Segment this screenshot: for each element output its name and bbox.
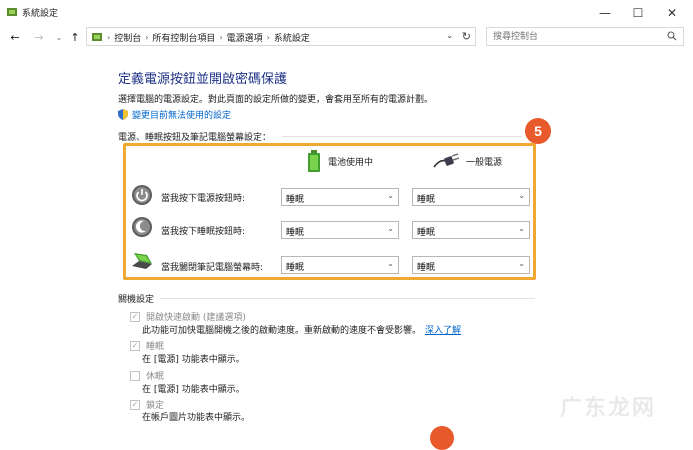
page-title: 定義電源按鈕並開啟密碼保護 [118, 72, 288, 87]
lid-close-plugged-select[interactable]: 睡眠 ⌄ [412, 256, 530, 274]
power-button-plugged-select[interactable]: 睡眠 ⌄ [412, 188, 530, 206]
step-badge-partial [430, 426, 454, 450]
select-value: 睡眠 [417, 228, 436, 238]
section-divider [160, 298, 535, 299]
chevron-down-icon: ⌄ [387, 224, 394, 233]
breadcrumb-item[interactable]: 所有控制台項目 [152, 31, 215, 44]
uac-shield-icon [118, 109, 128, 120]
sleep-button-battery-select[interactable]: 睡眠 ⌄ [281, 221, 399, 239]
power-button-icon [132, 185, 152, 205]
change-settings-link[interactable]: 變更目前無法使用的設定 [118, 108, 231, 121]
chevron-down-icon: ⌄ [387, 191, 394, 200]
power-section-title: 電源、睡眠按鈕及筆記電腦螢幕設定： [118, 133, 272, 143]
laptop-lid-icon [132, 253, 152, 269]
breadcrumb-item[interactable]: 控制台 [114, 31, 141, 44]
watermark: 广东龙网 [560, 396, 657, 421]
title-bar: 系統設定 — ☐ ✕ [0, 0, 693, 26]
shutdown-section-title: 關機設定 [118, 295, 155, 305]
battery-icon [308, 150, 320, 172]
page-description: 選擇電腦的電源設定。對此頁面的設定所做的變更，會套用至所有的電源計劃。 [118, 95, 434, 105]
lock-description: 在帳戶圖片功能表中顯示。 [142, 413, 251, 423]
sleep-description: 在 [電源] 功能表中顯示。 [142, 355, 245, 365]
up-button[interactable]: ↑ [68, 29, 82, 45]
learn-more-link[interactable]: 深入了解 [425, 326, 461, 336]
select-value: 睡眠 [417, 195, 436, 205]
lid-close-battery-select[interactable]: 睡眠 ⌄ [281, 256, 399, 274]
hibernate-checkbox[interactable] [130, 370, 140, 381]
search-input[interactable] [493, 30, 653, 43]
control-panel-icon [92, 33, 102, 41]
forward-button[interactable]: → [32, 29, 46, 45]
fast-startup-description: 此功能可加快電腦開機之後的啟動速度。重新啟動的速度不會受影響。 深入了解 [142, 323, 461, 336]
select-value: 睡眠 [417, 263, 436, 273]
chevron-down-icon: ⌄ [518, 259, 525, 268]
refresh-icon[interactable]: ↻ [462, 30, 471, 43]
breadcrumb-item[interactable]: 電源選項 [227, 31, 263, 44]
minimize-button[interactable]: — [587, 0, 623, 26]
fast-startup-option: ✓ 開啟快速啟動 (建議選項) [130, 310, 246, 323]
plug-icon [433, 153, 460, 168]
column-header-battery: 電池使用中 [306, 150, 373, 172]
select-value: 睡眠 [286, 228, 305, 238]
search-icon[interactable] [667, 31, 677, 41]
chevron-down-icon: ⌄ [518, 224, 525, 233]
address-dropdown-icon[interactable]: ⌄ [446, 31, 453, 40]
row-label: 當我按下電源按鈕時: [161, 194, 246, 204]
address-bar[interactable]: › 控制台 › 所有控制台項目 › 電源選項 › 系統設定 ⌄ ↻ [86, 27, 476, 46]
fast-startup-checkbox[interactable]: ✓ [130, 311, 140, 322]
fast-startup-description-text: 此功能可加快電腦開機之後的啟動速度。重新啟動的速度不會受影響。 [142, 326, 422, 336]
power-button-battery-select[interactable]: 睡眠 ⌄ [281, 188, 399, 206]
hibernate-label: 休眠 [146, 372, 165, 382]
sleep-button-icon [132, 217, 152, 237]
maximize-button[interactable]: ☐ [620, 0, 656, 26]
search-box[interactable] [486, 27, 684, 46]
window-title: 系統設定 [22, 9, 59, 19]
close-button[interactable]: ✕ [654, 0, 690, 26]
column-header-plugged: 一般電源 [432, 153, 502, 169]
fast-startup-label: 開啟快速啟動 (建議選項) [146, 313, 246, 323]
breadcrumb-separator: › [266, 33, 270, 42]
select-value: 睡眠 [286, 195, 305, 205]
breadcrumb-separator: › [219, 33, 223, 42]
navigation-bar: ← → ⌄ ↑ › 控制台 › 所有控制台項目 › 電源選項 › 系統設定 ⌄ … [0, 26, 693, 48]
lock-checkbox[interactable]: ✓ [130, 399, 140, 410]
sleep-button-plugged-select[interactable]: 睡眠 ⌄ [412, 221, 530, 239]
chevron-down-icon: ⌄ [387, 259, 394, 268]
back-button[interactable]: ← [8, 29, 22, 45]
recent-locations-dropdown[interactable]: ⌄ [52, 29, 66, 45]
chevron-down-icon: ⌄ [518, 191, 525, 200]
row-label: 當我闔閉筆記電腦螢幕時: [161, 263, 264, 273]
breadcrumb-separator: › [145, 33, 149, 42]
select-value: 睡眠 [286, 263, 305, 273]
sleep-checkbox[interactable]: ✓ [130, 340, 140, 351]
breadcrumb: › 控制台 › 所有控制台項目 › 電源選項 › 系統設定 [107, 31, 310, 44]
column-header-battery-label: 電池使用中 [328, 157, 374, 168]
row-label: 當我按下睡眠按鈕時: [161, 227, 246, 237]
hibernate-description: 在 [電源] 功能表中顯示。 [142, 385, 245, 395]
breadcrumb-item[interactable]: 系統設定 [274, 31, 310, 44]
sleep-option: ✓ 睡眠 [130, 339, 164, 352]
sleep-label: 睡眠 [146, 342, 165, 352]
breadcrumb-separator: › [107, 33, 111, 42]
power-options-app-icon [7, 8, 17, 16]
hibernate-option: 休眠 [130, 369, 164, 382]
section-divider [282, 136, 522, 137]
step-badge: 5 [525, 118, 551, 144]
column-header-plugged-label: 一般電源 [466, 157, 503, 168]
change-settings-label[interactable]: 變更目前無法使用的設定 [132, 108, 231, 121]
